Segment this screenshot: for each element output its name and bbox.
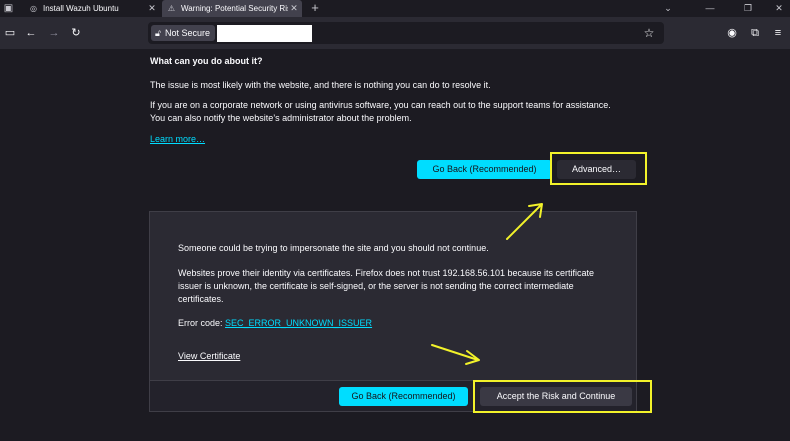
advanced-button[interactable]: Advanced… — [557, 160, 636, 179]
tab-install-wazuh[interactable]: ◎ Install Wazuh Ubuntu ✕ — [24, 0, 160, 17]
certificate-explanation-line: certificates. — [178, 294, 224, 304]
minimize-icon[interactable]: — — [703, 0, 717, 17]
certificate-explanation-line: issuer is unknown, the certificate is se… — [178, 281, 574, 291]
error-code-label: Error code: — [178, 318, 226, 328]
extensions-icon[interactable]: ⧉ — [747, 25, 763, 41]
forward-icon[interactable]: → — [46, 25, 62, 41]
sidebar-icon[interactable]: ▭ — [2, 25, 18, 41]
restore-icon[interactable]: ❐ — [741, 0, 755, 17]
impersonate-warning: Someone could be trying to impersonate t… — [178, 243, 489, 253]
bookmark-star-icon[interactable]: ☆ — [642, 25, 656, 41]
account-icon[interactable]: ◉ — [724, 25, 740, 41]
warning-icon: ⚠ — [167, 4, 176, 13]
address-bar[interactable]: 🔓︎ Not Secure ☆ — [148, 22, 664, 44]
tab-title: Warning: Potential Security Risk Ahead — [181, 4, 288, 13]
accept-risk-button[interactable]: Accept the Risk and Continue — [480, 387, 632, 406]
not-secure-label: Not Secure — [165, 28, 211, 38]
go-back-button-advanced[interactable]: Go Back (Recommended) — [339, 387, 468, 406]
tab-title: Install Wazuh Ubuntu — [43, 4, 119, 13]
page-heading: What can you do about it? — [150, 56, 263, 66]
error-code-line: Error code: SEC_ERROR_UNKNOWN_ISSUER — [178, 317, 372, 330]
not-secure-badge[interactable]: 🔓︎ Not Secure — [151, 25, 216, 41]
close-window-icon[interactable]: ✕ — [772, 0, 786, 17]
url-field[interactable] — [217, 25, 312, 42]
tab-security-warning[interactable]: ⚠ Warning: Potential Security Risk Ahead… — [162, 0, 302, 17]
menu-icon[interactable]: ≡ — [770, 25, 786, 41]
insecure-lock-icon: 🔓︎ — [155, 28, 161, 38]
globe-icon: ◎ — [30, 4, 37, 13]
go-back-button[interactable]: Go Back (Recommended) — [417, 160, 552, 179]
certificate-explanation-line: Websites prove their identity via certif… — [178, 268, 595, 278]
reload-icon[interactable]: ↻ — [68, 25, 84, 41]
notify-admin-line: You can also notify the website’s admini… — [150, 113, 412, 123]
learn-more-link[interactable]: Learn more… — [150, 133, 205, 146]
navigation-bar: ▭ ← → ↻ 🔓︎ Not Secure ☆ ◉ ⧉ ≡ — [0, 17, 790, 49]
error-page: What can you do about it? The issue is m… — [0, 49, 790, 441]
firefox-view-icon[interactable]: ▣ — [2, 2, 15, 15]
advanced-panel: Someone could be trying to impersonate t… — [149, 211, 637, 412]
error-code-link[interactable]: SEC_ERROR_UNKNOWN_ISSUER — [225, 318, 372, 328]
issue-paragraph: The issue is most likely with the websit… — [150, 80, 491, 90]
tab-strip: ▣ ◎ Install Wazuh Ubuntu ✕ ⚠ Warning: Po… — [0, 0, 790, 17]
list-all-tabs-icon[interactable]: ⌄ — [662, 0, 674, 17]
corporate-network-line: If you are on a corporate network or usi… — [150, 100, 611, 110]
back-icon[interactable]: ← — [23, 25, 39, 41]
view-certificate-link[interactable]: View Certificate — [178, 350, 240, 363]
new-tab-button[interactable]: + — [309, 0, 321, 17]
close-tab-icon[interactable]: ✕ — [290, 0, 298, 17]
close-tab-icon[interactable]: ✕ — [148, 0, 156, 17]
